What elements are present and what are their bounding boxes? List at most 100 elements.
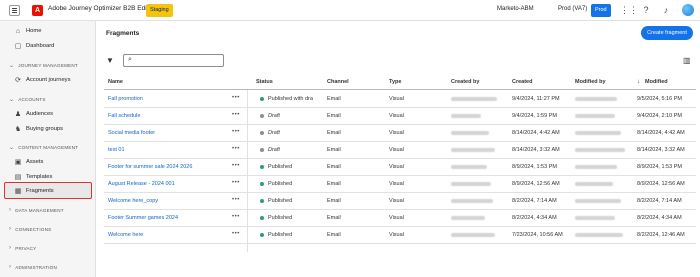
type-cell: Visual [389,112,404,119]
sidebar-item-label: Fragments [26,188,54,194]
more-actions-icon[interactable]: ••• [232,95,240,101]
modified-cell: 8/14/2024, 4:42 AM [637,129,685,136]
section-title: ACCOUNTS [18,97,46,102]
column-header-type[interactable]: Type [389,79,401,85]
search-icon: ⌕ [128,56,132,63]
column-settings-icon[interactable]: ▥ [683,56,691,65]
fragments-icon: ▦ [14,188,22,195]
fragment-name-link[interactable]: Welcome here_copy [108,198,158,204]
more-actions-icon[interactable]: ••• [232,146,240,152]
type-cell: Visual [389,197,404,204]
bell-icon[interactable]: ♪ [661,5,671,15]
sidebar-item-fragments[interactable]: ▦ Fragments [14,185,54,197]
chevron-right-icon: › [9,264,12,270]
status-text: Published [268,214,293,221]
status-dot [260,147,264,152]
column-header-modified-by[interactable]: Modified by [575,79,606,85]
create-fragment-button[interactable]: Create fragment [641,26,693,40]
section-accounts[interactable]: ⌄ ACCOUNTS [9,96,46,103]
page-title: Fragments [106,30,140,37]
fragment-name-link[interactable]: August Release - 2024 001 [108,181,175,187]
sidebar-item-buying-groups[interactable]: ♞ Buying groups [14,123,63,135]
dashboard-icon: ▢ [14,43,22,50]
column-header-name[interactable]: Name [108,79,123,85]
channel-cell: Email [327,231,341,238]
apps-grid-icon[interactable]: ⋮⋮ [620,5,638,15]
status-text: Published [268,231,293,238]
created-by-redacted [451,113,481,118]
modified-by-redacted [575,181,613,186]
fragment-name-link[interactable]: Footer for summer sale 2024 2026 [108,164,192,170]
sidebar-item-templates[interactable]: ▤ Templates [14,171,53,183]
created-cell: 8/9/2024, 1:53 PM [512,163,557,170]
hamburger-menu-icon[interactable] [9,5,20,16]
sandbox-switcher[interactable]: Prod (VA7) [558,6,587,12]
more-actions-icon[interactable]: ••• [232,214,240,220]
sidebar-item-home[interactable]: ⌂ Home [14,25,42,37]
modified-by-redacted [575,130,621,135]
column-header-channel[interactable]: Channel [327,79,349,85]
modified-cell: 8/2/2024, 7:14 AM [637,197,682,204]
sidebar-item-assets[interactable]: ▣ Assets [14,156,44,168]
status-dot [260,232,264,237]
type-cell: Visual [389,129,404,136]
modified-cell: 9/5/2024, 5:16 PM [637,95,682,102]
section-content-management[interactable]: ⌄ CONTENT MANAGEMENT [9,144,78,151]
column-header-status[interactable]: Status [256,79,273,85]
more-actions-icon[interactable]: ••• [232,197,240,203]
status-text: Published with dra [268,95,313,102]
row-divider [104,175,696,176]
more-actions-icon[interactable]: ••• [232,180,240,186]
section-title: ADMINISTRATION [15,264,57,270]
sidebar-item-audiences[interactable]: ♟ Audiences [14,108,53,120]
section-administration[interactable]: › ADMINISTRATION [9,264,57,270]
created-by-redacted [451,232,495,237]
created-cell: 8/2/2024, 7:14 AM [512,197,557,204]
app-title: Adobe Journey Optimizer B2B Edition [48,5,158,12]
section-data-management[interactable]: › DATA MANAGEMENT [9,207,64,213]
fragment-name-link[interactable]: Social media footer [108,130,155,136]
org-switcher[interactable]: Marketo-ABM [497,6,534,12]
more-actions-icon[interactable]: ••• [232,231,240,237]
sidebar: ⌂ Home ▢ Dashboard ⌄ JOURNEY MANAGEMENT … [0,21,96,277]
filter-icon[interactable]: ▼ [106,56,114,65]
sidebar-item-account-journeys[interactable]: ⟳ Account journeys [14,74,70,86]
status-text: Draft [268,112,280,119]
sidebar-item-label: Home [26,28,42,34]
section-journey-management[interactable]: ⌄ JOURNEY MANAGEMENT [9,62,78,69]
fragment-name-link[interactable]: Fall promotion [108,96,143,102]
column-header-modified[interactable]: Modified [645,79,668,85]
status-dot [260,130,264,135]
status-dot [260,113,264,118]
sidebar-item-label: Templates [26,174,53,180]
chevron-down-icon: ⌄ [9,145,15,151]
more-actions-icon[interactable]: ••• [232,163,240,169]
fragment-name-link[interactable]: Welcome here [108,232,143,238]
fragment-name-link[interactable]: Fall schedule [108,113,140,119]
column-header-created[interactable]: Created [512,79,532,85]
created-by-redacted [451,181,491,186]
column-header-created-by[interactable]: Created by [451,79,479,85]
section-privacy[interactable]: › PRIVACY [9,245,36,251]
modified-by-redacted [575,198,621,203]
more-actions-icon[interactable]: ••• [232,112,240,118]
channel-cell: Email [327,112,341,119]
modified-by-redacted [575,215,615,220]
row-divider [104,158,696,159]
search-input[interactable]: ⌕ [123,54,224,67]
more-actions-icon[interactable]: ••• [232,129,240,135]
status-dot [260,181,264,186]
created-cell: 7/23/2024, 10:56 AM [512,231,563,238]
section-connections[interactable]: › CONNECTIONS [9,226,51,232]
prod-badge[interactable]: Prod [591,4,611,17]
fragment-name-link[interactable]: test 01 [108,147,125,153]
created-cell: 8/14/2024, 4:42 AM [512,129,560,136]
row-divider [104,243,696,244]
modified-by-redacted [575,164,617,169]
sidebar-item-dashboard[interactable]: ▢ Dashboard [14,40,55,52]
fragment-name-link[interactable]: Footer Summer games 2024 [108,215,178,221]
help-icon[interactable]: ? [641,5,651,15]
row-divider [104,141,696,142]
home-icon: ⌂ [15,27,21,35]
avatar[interactable] [682,4,694,16]
